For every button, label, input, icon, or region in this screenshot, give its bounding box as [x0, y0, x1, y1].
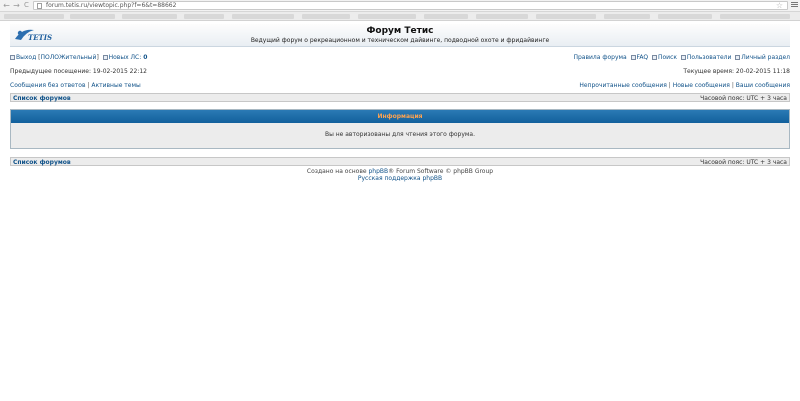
faq-link[interactable]: FAQ: [637, 54, 649, 61]
users-link[interactable]: Пользователи: [687, 54, 732, 61]
current-time: Текущее время: 20-02-2015 11:18: [683, 68, 790, 75]
logout-icon: [10, 55, 15, 60]
bookmark-item[interactable]: [302, 14, 350, 19]
forum-index-link[interactable]: Список форумов: [13, 159, 71, 166]
logout-link[interactable]: Выход: [16, 54, 36, 61]
site-description: Ведущий форум о рекреационном и техничес…: [250, 37, 550, 44]
faq-icon: [630, 55, 636, 60]
new-pm-link[interactable]: Новых ЛС:: [109, 54, 142, 61]
bookmark-item[interactable]: [658, 14, 712, 19]
address-bar[interactable]: forum.tetis.ru/viewtopic.php?f=6&t=88662…: [33, 1, 788, 10]
bookmark-item[interactable]: [358, 14, 416, 19]
users-icon: [680, 55, 686, 60]
breadcrumb-bottom: Список форумов Часовой пояс: UTC + 3 час…: [10, 157, 790, 166]
reload-icon[interactable]: C: [22, 1, 31, 10]
last-visit: Предыдущее посещение: 19-02-2015 22:12: [10, 68, 147, 75]
bookmark-item[interactable]: [232, 14, 294, 19]
info-title: Информация: [377, 113, 423, 120]
new-pm-count[interactable]: 0: [143, 54, 147, 61]
top-navigation: Выход [ПОЛОЖительный] Новых ЛС: 0 Правил…: [10, 54, 790, 62]
pm-icon: [102, 55, 108, 60]
quick-links: Сообщения без ответов | Активные темы Не…: [10, 82, 790, 89]
footer-copyright: Создано на основе phpBB® Forum Software …: [10, 168, 790, 175]
forward-icon[interactable]: →: [12, 1, 21, 10]
timezone-label: Часовой пояс: UTC + 3 часа: [700, 95, 787, 102]
back-icon[interactable]: ←: [2, 1, 11, 10]
forum-header: TETIS Форум Тетис Ведущий форум о рекреа…: [10, 24, 790, 47]
bookmarks-bar: [0, 12, 800, 21]
personal-icon: [735, 55, 741, 60]
bookmark-item[interactable]: [184, 14, 224, 19]
forum-index-link[interactable]: Список форумов: [13, 95, 71, 102]
info-header: Информация: [11, 110, 789, 123]
bookmark-item[interactable]: [424, 14, 468, 19]
unanswered-link[interactable]: Сообщения без ответов: [10, 82, 86, 89]
bookmark-item[interactable]: [70, 14, 115, 19]
bookmark-item[interactable]: [604, 14, 650, 19]
breadcrumb-top: Список форумов Часовой пояс: UTC + 3 час…: [10, 93, 790, 102]
site-title: Форум Тетис: [366, 26, 434, 36]
info-panel: Информация Вы не авторизованы для чтения…: [10, 109, 790, 149]
phpbb-link[interactable]: phpBB: [369, 168, 389, 175]
your-posts-link[interactable]: Ваши сообщения: [736, 82, 790, 89]
visit-info: Предыдущее посещение: 19-02-2015 22:12 Т…: [10, 68, 790, 76]
new-posts-link[interactable]: Новые сообщения: [673, 82, 730, 89]
url-text[interactable]: forum.tetis.ru/viewtopic.php?f=6&t=88662: [46, 2, 176, 9]
unread-link[interactable]: Непрочитанные сообщения: [579, 82, 667, 89]
browser-menu-icon[interactable]: [791, 1, 798, 9]
timezone-label: Часовой пояс: UTC + 3 часа: [700, 159, 787, 166]
bookmark-star-icon[interactable]: ☆: [776, 1, 783, 10]
personal-link[interactable]: Личный раздел: [741, 54, 790, 61]
bookmark-item[interactable]: [476, 14, 528, 19]
bookmark-item[interactable]: [4, 14, 64, 19]
active-topics-link[interactable]: Активные темы: [91, 82, 140, 89]
username-link[interactable]: ПОЛОЖительный: [41, 54, 97, 61]
page-icon: [37, 3, 42, 9]
search-icon: [651, 55, 657, 60]
browser-toolbar: ← → C forum.tetis.ru/viewtopic.php?f=6&t…: [0, 0, 800, 12]
bookmark-item[interactable]: [536, 14, 596, 19]
created-prefix: Создано на основе: [306, 168, 367, 175]
search-link[interactable]: Поиск: [658, 54, 677, 61]
info-message: Вы не авторизованы для чтения этого фору…: [324, 131, 476, 138]
bookmark-item[interactable]: [720, 14, 790, 19]
russian-support-link[interactable]: Русская поддержка phpBB: [358, 175, 442, 182]
created-suffix: ® Forum Software © phpBB Group: [388, 168, 494, 175]
footer-support: Русская поддержка phpBB: [10, 175, 790, 182]
bookmark-item[interactable]: [122, 14, 177, 19]
rules-link[interactable]: Правила форума: [573, 54, 626, 61]
